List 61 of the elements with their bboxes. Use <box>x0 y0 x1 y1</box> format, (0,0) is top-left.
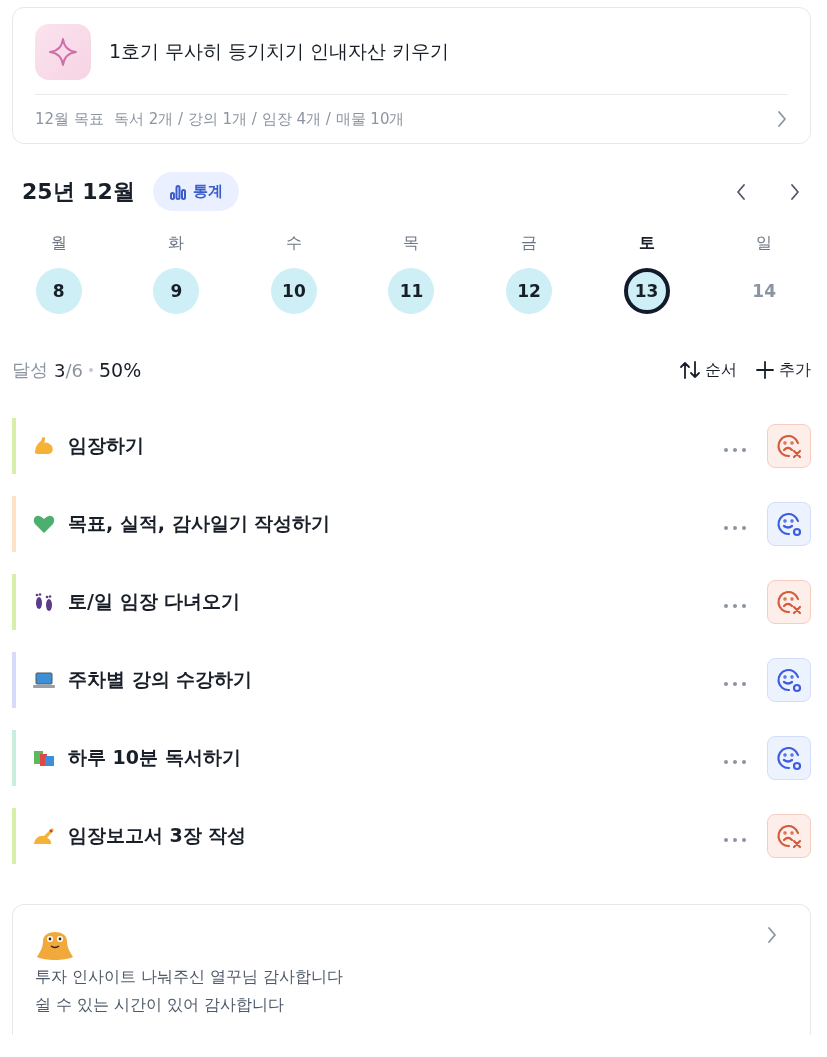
date-button[interactable]: 11 <box>388 268 435 314</box>
task-title: 임장하기 <box>68 433 145 458</box>
task-title: 하루 10분 독서하기 <box>68 745 242 770</box>
happy-face-button[interactable] <box>767 658 811 702</box>
goal-summary: 독서 2개 / 강의 1개 / 임장 4개 / 매물 10개 <box>113 109 406 129</box>
task-row[interactable]: 주차별 강의 수강하기 <box>12 652 811 708</box>
task-row[interactable]: 목표, 실적, 감사일기 작성하기 <box>12 496 811 552</box>
bar-chart-icon <box>168 182 187 201</box>
weekday-label: 목 <box>403 233 420 254</box>
weekday-label: 월 <box>50 233 67 254</box>
sort-arrows-icon <box>679 360 701 380</box>
happy-face-button[interactable] <box>767 502 811 546</box>
done-count: 3 <box>54 359 66 381</box>
task-row[interactable]: 임장하기 <box>12 418 811 474</box>
task-row[interactable]: 임장보고서 3장 작성 <box>12 808 811 864</box>
task-title: 토/일 임장 다녀오기 <box>68 589 242 614</box>
task-title: 주차별 강의 수강하기 <box>68 667 254 692</box>
more-icon <box>723 447 747 453</box>
sad-face-button[interactable] <box>767 424 811 468</box>
weekday-label: 금 <box>521 233 538 254</box>
chevron-right-icon[interactable] <box>776 109 788 129</box>
date-button[interactable]: 9 <box>153 268 200 314</box>
weekday-label: 일 <box>756 233 773 254</box>
task-title: 임장보고서 3장 작성 <box>68 823 248 848</box>
more-icon <box>723 759 747 765</box>
goal-label: 12월 목표 <box>35 109 104 129</box>
goal-card[interactable]: 1호기 무사히 등기치기 인내자산 키우기 12월 목표 독서 2개 / 강의 1개 / 임장 4개 / 매물 10개 <box>12 7 811 144</box>
progress-label: 달성 <box>12 358 48 382</box>
plus-icon <box>755 360 775 380</box>
task-row[interactable]: 토/일 임장 다녀오기 <box>12 574 811 630</box>
weekday-label: 수 <box>285 233 302 254</box>
sparkle-icon <box>35 24 91 80</box>
stats-button[interactable]: 통계 <box>152 172 239 211</box>
weekday-label: 토 <box>638 233 655 254</box>
task-title: 목표, 실적, 감사일기 작성하기 <box>68 511 332 536</box>
gratitude-text: 쉴 수 있는 시간이 있어 감사합니다 <box>35 994 286 1016</box>
date-button[interactable]: 10 <box>270 268 317 314</box>
date-button[interactable]: 13 <box>623 268 670 314</box>
date-button[interactable]: 12 <box>506 268 553 314</box>
separator-dot-icon <box>89 368 93 372</box>
gratitude-card[interactable]: 투자 인사이트 나눠주신 열꾸님 감사합니다 쉴 수 있는 시간이 있어 감사합니다 <box>12 904 811 1035</box>
chevron-right-icon[interactable] <box>766 925 778 945</box>
happy-face-button[interactable] <box>767 736 811 780</box>
sort-button[interactable]: 순서 <box>679 359 737 381</box>
more-icon <box>723 837 747 843</box>
weekday-label: 화 <box>168 233 185 254</box>
more-icon <box>723 681 747 687</box>
task-row[interactable]: 하루 10분 독서하기 <box>12 730 811 786</box>
sad-face-button[interactable] <box>767 814 811 858</box>
more-icon <box>723 525 747 531</box>
date-button[interactable]: 8 <box>35 268 82 314</box>
progress-percent: 50% <box>99 359 142 381</box>
sad-face-button[interactable] <box>767 580 811 624</box>
total-count: /6 <box>65 359 83 381</box>
more-icon <box>723 603 747 609</box>
add-button[interactable]: 추가 <box>755 359 811 381</box>
gratitude-text: 투자 인사이트 나눠주신 열꾸님 감사합니다 <box>35 966 345 988</box>
month-title: 25년 12월 <box>22 177 135 206</box>
goal-title: 1호기 무사히 등기치기 인내자산 키우기 <box>109 39 450 64</box>
previous-icon[interactable] <box>735 181 747 202</box>
next-icon[interactable] <box>789 181 801 202</box>
